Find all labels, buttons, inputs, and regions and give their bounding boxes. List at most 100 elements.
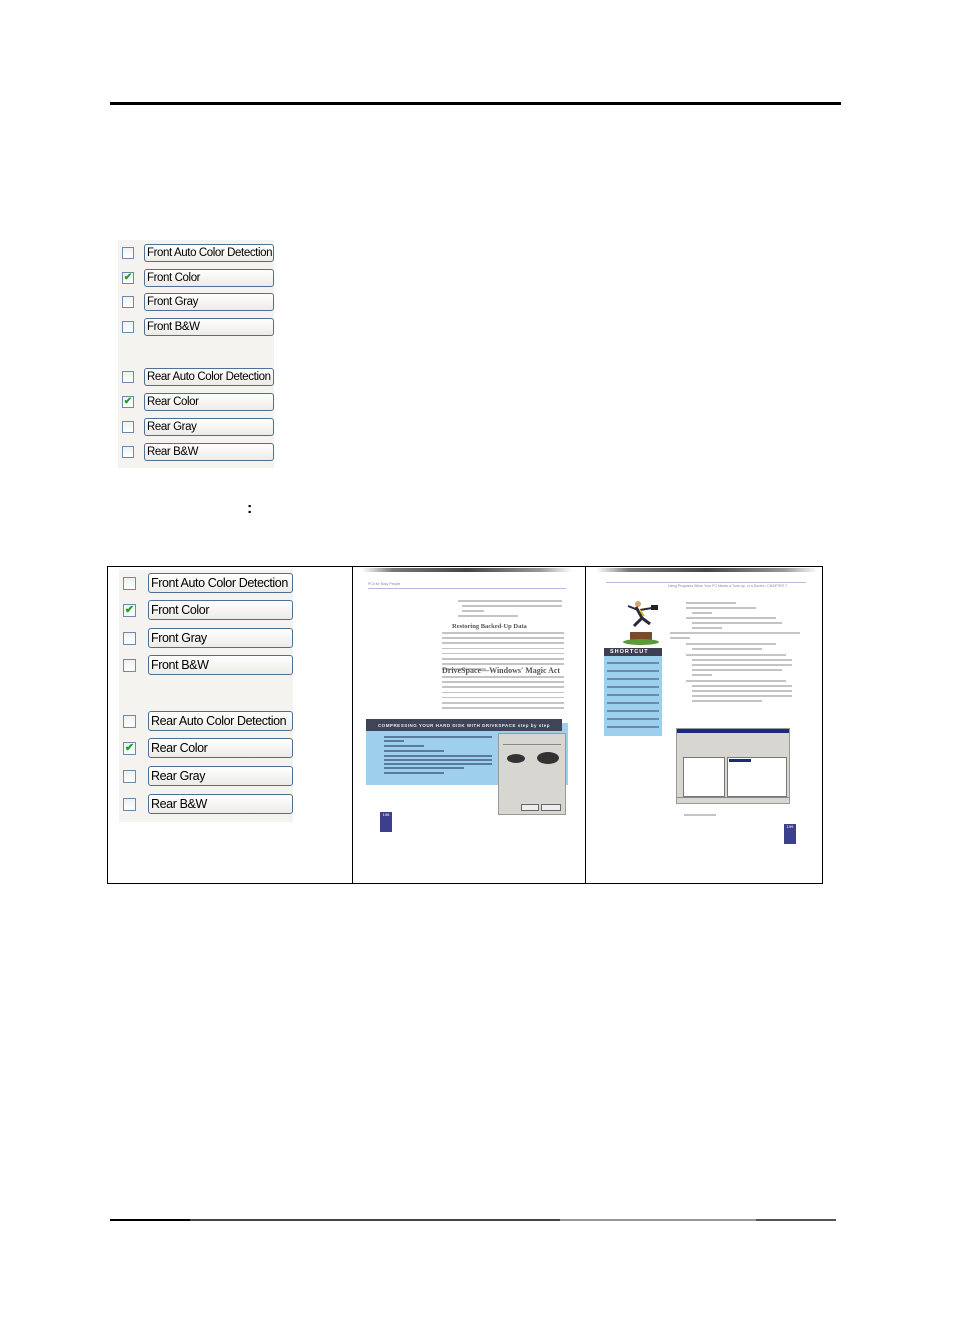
checkbox[interactable] — [122, 296, 134, 308]
option-button[interactable]: Front Auto Color Detection — [148, 573, 293, 593]
caption-colon: : — [247, 500, 253, 517]
option-row-rear-0: Rear Auto Color Detection — [118, 368, 274, 386]
page-number-tab: 199 — [784, 824, 796, 844]
text-line — [607, 710, 659, 712]
text-line — [607, 662, 659, 664]
table-column-divider — [352, 567, 353, 883]
checkbox[interactable] — [123, 631, 136, 645]
text-line — [670, 632, 800, 634]
text-line — [670, 637, 690, 639]
checkbox[interactable] — [122, 321, 134, 333]
sidebar-title: SHORTCUT — [604, 648, 662, 656]
option-row-front-2: Front Gray — [119, 628, 293, 648]
option-row-rear-3: Rear B&W — [119, 794, 293, 814]
option-row-front-2: Front Gray — [118, 293, 274, 311]
text-line — [384, 750, 444, 752]
text-line — [442, 663, 564, 665]
backup-dialog-screenshot — [676, 728, 790, 804]
option-row-rear-1: ✔ Rear Color — [119, 738, 293, 758]
text-line — [384, 740, 404, 742]
text-line — [442, 658, 564, 660]
text-line — [458, 600, 562, 602]
text-line — [442, 632, 564, 634]
option-button[interactable]: Front Color — [148, 600, 293, 620]
checkbox[interactable] — [123, 769, 136, 783]
header-rule — [110, 102, 841, 105]
option-row-rear-2: Rear Gray — [119, 766, 293, 786]
option-button[interactable]: Rear Color — [144, 393, 274, 411]
front-page-scan-image: PCs for Busy People Restoring Backed-Up … — [362, 568, 572, 868]
text-line — [686, 602, 736, 604]
option-button[interactable]: Front B&W — [148, 655, 293, 675]
text-line — [442, 652, 564, 655]
text-line — [442, 691, 564, 694]
text-line — [442, 647, 564, 650]
text-line — [684, 814, 716, 816]
checkbox-checked[interactable]: ✔ — [123, 603, 136, 617]
checkbox[interactable] — [122, 446, 134, 458]
option-button[interactable]: Front Auto Color Detection — [144, 244, 274, 262]
color-mode-options-panel: Front Auto Color Detection ✔ Front Color Fr… — [118, 240, 274, 468]
text-line — [442, 676, 564, 678]
option-button[interactable]: Rear B&W — [148, 794, 293, 814]
option-button[interactable]: Rear Color — [148, 738, 293, 758]
option-row-rear-3: Rear B&W — [118, 443, 274, 461]
page-number-tab: 198 — [380, 812, 392, 832]
text-line — [384, 759, 492, 761]
text-line — [692, 664, 792, 666]
steps-banner: COMPRESSING YOUR HARD DISK WITH DRIVESPA… — [366, 719, 562, 731]
text-line — [692, 627, 722, 629]
text-line — [607, 702, 659, 704]
section-heading: Restoring Backed-Up Data — [452, 623, 527, 630]
text-line — [442, 702, 564, 704]
text-line — [692, 690, 792, 692]
text-line — [686, 680, 786, 682]
option-button[interactable]: Front Gray — [148, 628, 293, 648]
text-line — [692, 669, 782, 671]
checkbox[interactable] — [122, 247, 134, 259]
drivespace-dialog-screenshot — [498, 733, 566, 815]
checkbox[interactable] — [123, 797, 136, 811]
checkbox-checked[interactable]: ✔ — [122, 272, 134, 284]
text-line — [686, 617, 776, 619]
checkbox-checked[interactable]: ✔ — [122, 396, 134, 408]
option-button[interactable]: Rear Gray — [144, 418, 274, 436]
option-button[interactable]: Front B&W — [144, 318, 274, 336]
text-line — [692, 700, 762, 702]
text-line — [384, 763, 492, 765]
option-button[interactable]: Front Gray — [144, 293, 274, 311]
checkbox[interactable] — [123, 658, 136, 672]
text-line — [442, 642, 564, 644]
shortcut-sidebar-box — [604, 656, 662, 736]
checkbox[interactable] — [122, 371, 134, 383]
text-line — [442, 686, 564, 688]
option-button[interactable]: Rear B&W — [144, 443, 274, 461]
text-line — [462, 605, 562, 607]
jumping-man-illustration — [623, 601, 659, 645]
checkbox[interactable] — [122, 421, 134, 433]
text-line — [458, 615, 518, 617]
text-line — [692, 659, 792, 661]
text-line — [692, 648, 762, 650]
text-line — [607, 718, 659, 720]
option-row-front-1: ✔ Front Color — [118, 269, 274, 287]
option-button[interactable]: Rear Gray — [148, 766, 293, 786]
section-heading: DriveSpace—Windows' Magic Act — [442, 666, 561, 675]
checkbox-checked[interactable]: ✔ — [123, 741, 136, 755]
text-line — [607, 726, 659, 728]
option-button[interactable]: Front Color — [144, 269, 274, 287]
checkbox[interactable] — [123, 714, 136, 728]
option-button[interactable]: Rear Auto Color Detection — [148, 711, 293, 731]
checkbox[interactable] — [123, 576, 136, 590]
running-head-rule — [368, 588, 566, 589]
text-line — [462, 610, 484, 612]
table-column-divider — [585, 567, 586, 883]
footer-rule — [110, 1219, 836, 1221]
text-line — [607, 678, 659, 680]
option-row-front-3: Front B&W — [119, 655, 293, 675]
scan-edge-shadow — [596, 568, 818, 572]
rear-page-scan-image: Using Programs When Your PC Needs a Tune… — [596, 568, 818, 858]
text-line — [692, 674, 712, 676]
option-button[interactable]: Rear Auto Color Detection — [144, 368, 274, 386]
option-row-rear-2: Rear Gray — [118, 418, 274, 436]
